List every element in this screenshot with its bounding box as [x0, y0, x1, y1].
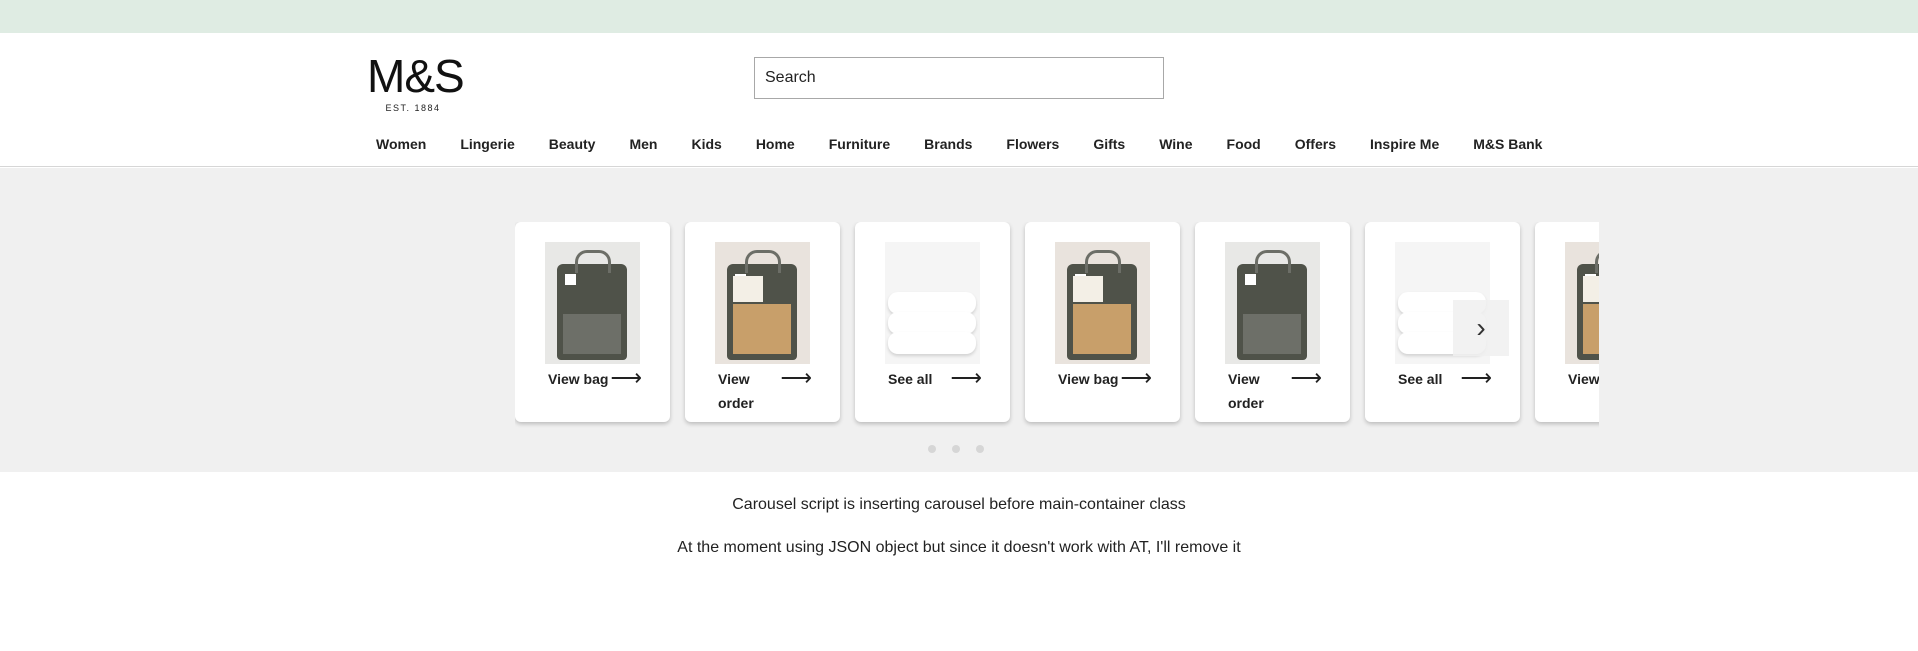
carousel-pagination [928, 445, 984, 453]
arrow-right-icon: ⟶ [1120, 365, 1152, 390]
nav-lingerie[interactable]: Lingerie [460, 136, 514, 158]
nav-gifts[interactable]: Gifts [1093, 136, 1125, 158]
carousel-card[interactable]: See all ⟶ [855, 222, 1010, 422]
arrow-right-icon: ⟶ [950, 365, 982, 390]
card-cta-label: View [1568, 371, 1599, 387]
arrow-right-icon: ⟶ [610, 365, 642, 390]
card-cta[interactable]: View bag ⟶ [548, 367, 642, 391]
top-banner [0, 0, 1918, 33]
arrow-right-icon: ⟶ [1460, 365, 1492, 390]
card-cta-label: View order [718, 371, 754, 411]
card-cta[interactable]: See all ⟶ [888, 367, 982, 391]
product-image-duvet [885, 242, 980, 364]
nav-brands[interactable]: Brands [924, 136, 972, 158]
card-cta[interactable]: View order ⟶ [718, 367, 812, 415]
nav-wine[interactable]: Wine [1159, 136, 1192, 158]
arrow-right-icon: ⟶ [1290, 365, 1322, 390]
nav-home[interactable]: Home [756, 136, 795, 158]
nav-offers[interactable]: Offers [1295, 136, 1336, 158]
ms-logo[interactable]: M&S EST. 1884 [367, 50, 465, 113]
site-header: M&S EST. 1884 Women Lingerie Beauty Men … [0, 33, 1918, 167]
logo-est: EST. 1884 [385, 103, 441, 113]
main-nav: Women Lingerie Beauty Men Kids Home Furn… [376, 136, 1576, 158]
nav-food[interactable]: Food [1227, 136, 1261, 158]
nav-beauty[interactable]: Beauty [549, 136, 596, 158]
nav-ms-bank[interactable]: M&S Bank [1473, 136, 1542, 158]
nav-inspire-me[interactable]: Inspire Me [1370, 136, 1439, 158]
dev-note: Carousel script is inserting carousel be… [732, 496, 1186, 513]
logo-wordmark: M&S [367, 50, 465, 102]
product-image-bag [715, 242, 810, 364]
card-cta[interactable]: View order ⟶ [1228, 367, 1322, 415]
chevron-right-icon: › [1476, 312, 1486, 343]
dev-note: At the moment using JSON object but sinc… [677, 539, 1241, 556]
card-cta-label: See all [1398, 371, 1443, 387]
carousel-card[interactable]: View order ⟶ [685, 222, 840, 422]
carousel-card[interactable]: View bag ⟶ [515, 222, 670, 422]
carousel-card[interactable]: View bag ⟶ [1025, 222, 1180, 422]
product-image-bag [1225, 242, 1320, 364]
nav-women[interactable]: Women [376, 136, 426, 158]
carousel-viewport: View bag ⟶ View order ⟶ See all ⟶ View b… [515, 222, 1599, 432]
product-image-bag [545, 242, 640, 364]
card-cta-label: View order [1228, 371, 1264, 411]
arrow-right-icon: ⟶ [780, 365, 812, 390]
nav-flowers[interactable]: Flowers [1006, 136, 1059, 158]
nav-kids[interactable]: Kids [691, 136, 721, 158]
nav-men[interactable]: Men [629, 136, 657, 158]
product-image-bag [1055, 242, 1150, 364]
carousel-section: View bag ⟶ View order ⟶ See all ⟶ View b… [0, 168, 1918, 472]
card-cta[interactable]: See all ⟶ [1398, 367, 1492, 391]
search-input[interactable] [754, 57, 1164, 99]
carousel-dot[interactable] [952, 445, 960, 453]
nav-furniture[interactable]: Furniture [829, 136, 890, 158]
carousel-card[interactable]: View [1535, 222, 1599, 422]
carousel-dot[interactable] [976, 445, 984, 453]
card-cta-label: View bag [548, 371, 609, 387]
card-cta-label: See all [888, 371, 933, 387]
card-cta[interactable]: View [1568, 367, 1599, 391]
carousel-card[interactable]: View order ⟶ [1195, 222, 1350, 422]
card-cta-label: View bag [1058, 371, 1119, 387]
carousel-dot[interactable] [928, 445, 936, 453]
product-image-bag [1565, 242, 1599, 364]
carousel-next-button[interactable]: › [1453, 300, 1509, 356]
card-cta[interactable]: View bag ⟶ [1058, 367, 1152, 391]
